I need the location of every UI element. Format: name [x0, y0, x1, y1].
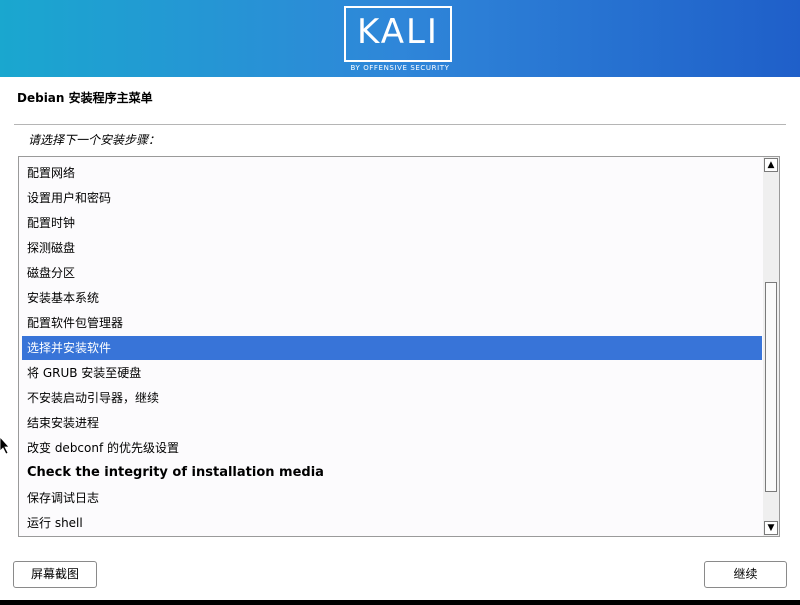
menu-item[interactable]: 结束安装进程 — [22, 411, 762, 435]
title-divider — [14, 124, 786, 125]
menu-item[interactable]: 运行 shell — [22, 511, 762, 535]
kali-logo: KALI BY OFFENSIVE SECURITY — [344, 6, 456, 72]
list-scrollbar[interactable]: ▲ ▼ — [763, 157, 779, 536]
menu-item[interactable]: 磁盘分区 — [22, 261, 762, 285]
mouse-pointer-icon — [0, 436, 10, 459]
menu-item[interactable]: 选择并安装软件 — [22, 336, 762, 360]
screen-bottom-edge — [0, 600, 800, 605]
menu-item[interactable]: Check the integrity of installation medi… — [22, 461, 762, 485]
chevron-up-icon[interactable]: ▲ — [764, 158, 778, 172]
kali-logo-subtitle: BY OFFENSIVE SECURITY — [350, 64, 450, 72]
scrollbar-thumb[interactable] — [765, 282, 777, 492]
menu-item[interactable]: 安装基本系统 — [22, 286, 762, 310]
step-prompt: 请选择下一个安装步骤： — [28, 133, 161, 147]
page-title: Debian 安装程序主菜单 — [17, 91, 153, 105]
screenshot-button[interactable]: 屏幕截图 — [13, 561, 97, 588]
menu-item[interactable]: 将 GRUB 安装至硬盘 — [22, 361, 762, 385]
kali-logo-text: KALI — [357, 12, 439, 52]
continue-button[interactable]: 继续 — [704, 561, 787, 588]
menu-item[interactable]: 配置软件包管理器 — [22, 311, 762, 335]
menu-item[interactable]: 改变 debconf 的优先级设置 — [22, 436, 762, 460]
chevron-down-icon[interactable]: ▼ — [764, 521, 778, 535]
menu-item[interactable]: 保存调试日志 — [22, 486, 762, 510]
menu-item[interactable]: 探测磁盘 — [22, 236, 762, 260]
menu-item[interactable]: 设置用户和密码 — [22, 186, 762, 210]
menu-item[interactable]: 不安装启动引导器，继续 — [22, 386, 762, 410]
installer-step-list[interactable]: 配置网络 设置用户和密码 配置时钟 探测磁盘 磁盘分区 安装基本系统 配置软件包管理器 选择并… — [18, 156, 780, 537]
menu-item[interactable]: 配置网络 — [22, 161, 762, 185]
kali-header-banner: KALI BY OFFENSIVE SECURITY — [0, 0, 800, 77]
menu-item[interactable]: 配置时钟 — [22, 211, 762, 235]
